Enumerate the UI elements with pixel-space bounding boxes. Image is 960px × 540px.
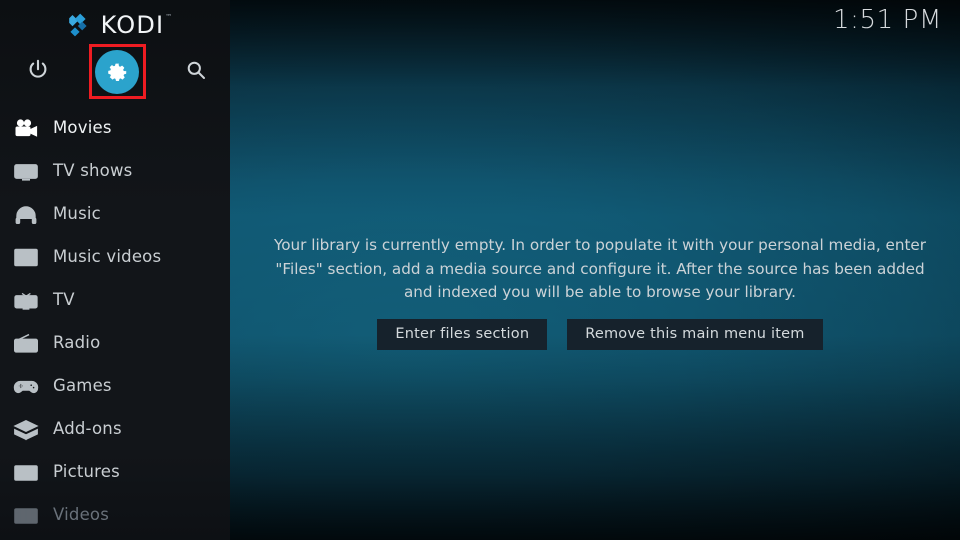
settings-button-circle: [95, 50, 139, 94]
sidebar-item-label: TV: [53, 290, 75, 310]
search-icon: [185, 59, 207, 86]
sidebar-item-games[interactable]: Games: [0, 365, 230, 408]
movie-camera-icon: [10, 116, 42, 142]
sidebar-menu: Movies TV shows Music Music videos TV Ra…: [0, 107, 230, 537]
clock: 1:51 PM: [833, 5, 942, 35]
sidebar-item-label: Music: [53, 204, 101, 224]
headphones-icon: [10, 202, 42, 228]
radio-icon: [10, 331, 42, 357]
kodi-home-screen: KODI ™ Movies TV shows Music Music video…: [0, 0, 960, 540]
enter-files-section-button[interactable]: Enter files section: [377, 318, 548, 350]
picture-frame-icon: [10, 460, 42, 486]
app-trademark: ™: [165, 13, 174, 21]
app-logo: KODI ™: [0, 8, 230, 42]
film-strip-icon: [10, 503, 42, 529]
sidebar-item-pictures[interactable]: Pictures: [0, 451, 230, 494]
sidebar-item-music[interactable]: Music: [0, 193, 230, 236]
gear-icon: [106, 59, 128, 86]
sidebar-item-tv[interactable]: TV: [0, 279, 230, 322]
sidebar-item-movies[interactable]: Movies: [0, 107, 230, 150]
sidebar-toolbar: [0, 44, 230, 100]
sidebar-item-label: TV shows: [53, 161, 133, 181]
sidebar-item-label: Music videos: [53, 247, 162, 267]
app-name: KODI: [100, 11, 165, 39]
sidebar-item-radio[interactable]: Radio: [0, 322, 230, 365]
sidebar-item-videos[interactable]: Videos: [0, 494, 230, 537]
tv-monitor-icon: [10, 159, 42, 185]
sidebar-item-label: Radio: [53, 333, 101, 353]
sidebar-item-label: Pictures: [53, 462, 120, 482]
settings-button[interactable]: [89, 44, 145, 100]
power-button[interactable]: [10, 44, 66, 100]
gamepad-icon: [10, 374, 42, 400]
sidebar-item-music-videos[interactable]: Music videos: [0, 236, 230, 279]
kodi-logo-mark-icon: [66, 12, 92, 38]
sidebar-item-label: Add-ons: [53, 419, 122, 439]
empty-library-panel: Your library is currently empty. In orde…: [262, 234, 938, 350]
sidebar-item-label: Games: [53, 376, 112, 396]
power-icon: [27, 59, 49, 86]
sidebar-item-add-ons[interactable]: Add-ons: [0, 408, 230, 451]
sidebar-item-tv-shows[interactable]: TV shows: [0, 150, 230, 193]
sidebar: KODI ™ Movies TV shows Music Music video…: [0, 0, 230, 540]
app-logo-text: KODI ™: [100, 11, 172, 39]
empty-library-message: Your library is currently empty. In orde…: [273, 236, 927, 301]
television-icon: [10, 288, 42, 314]
sidebar-item-label: Videos: [53, 505, 110, 525]
sidebar-item-label: Movies: [53, 118, 112, 138]
remove-main-menu-item-button[interactable]: Remove this main menu item: [567, 318, 823, 350]
addon-box-icon: [10, 417, 42, 443]
empty-library-actions: Enter files section Remove this main men…: [262, 318, 938, 350]
search-button[interactable]: [168, 44, 224, 100]
music-video-icon: [10, 245, 42, 271]
